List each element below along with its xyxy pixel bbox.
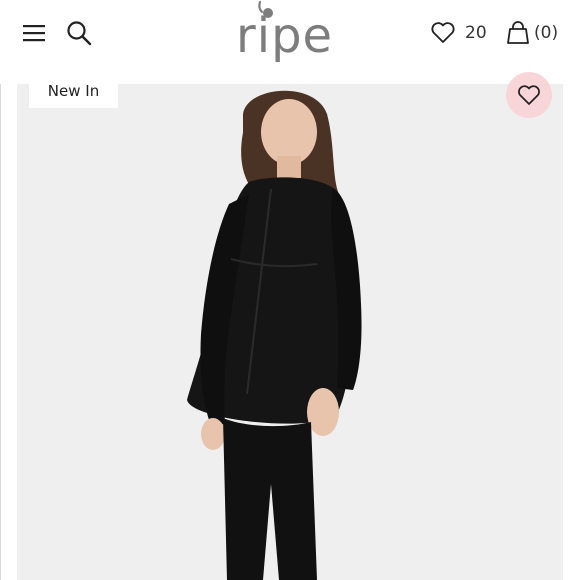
- bag-button[interactable]: (0): [506, 20, 566, 48]
- product-image[interactable]: [17, 84, 563, 580]
- logo-text: ripe: [236, 8, 334, 64]
- ripe-logo[interactable]: ripe: [232, 0, 350, 72]
- shopping-bag-icon: [507, 21, 529, 44]
- product-photo: [17, 84, 563, 580]
- hamburger-menu-icon[interactable]: [22, 22, 46, 44]
- bag-count: (0): [534, 23, 559, 43]
- site-header: ripe 20 (0): [0, 0, 580, 84]
- heart-icon: [518, 85, 540, 105]
- search-icon[interactable]: [66, 20, 92, 46]
- wishlist-button[interactable]: 20: [430, 20, 490, 48]
- heart-icon: [431, 22, 455, 43]
- page-edge: [0, 0, 1, 580]
- new-in-badge: New In: [29, 74, 118, 108]
- wishlist-count: 20: [465, 23, 487, 43]
- favorite-button[interactable]: [506, 72, 552, 118]
